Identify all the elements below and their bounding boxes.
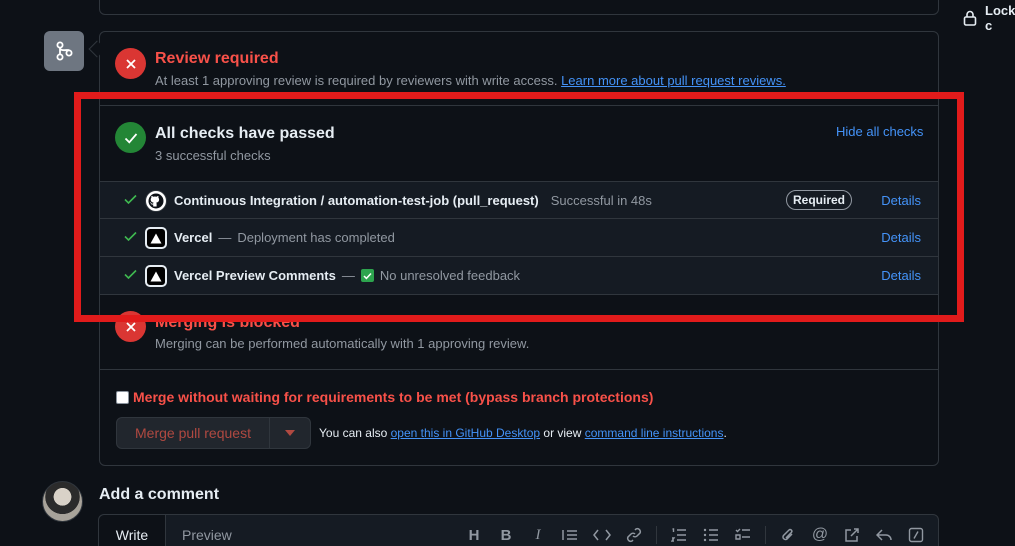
bold-icon[interactable]: B xyxy=(490,524,522,546)
section-divider xyxy=(100,369,938,370)
learn-more-reviews-link[interactable]: Learn more about pull request reviews. xyxy=(561,73,786,88)
tab-preview[interactable]: Preview xyxy=(182,527,232,543)
unordered-list-icon[interactable] xyxy=(695,524,727,546)
add-comment-heading: Add a comment xyxy=(99,486,220,503)
avatar[interactable] xyxy=(42,481,83,522)
annotation-highlight-frame xyxy=(74,92,964,322)
bypass-label: Merge without waiting for requirements t… xyxy=(133,389,654,405)
task-list-icon[interactable] xyxy=(727,524,759,546)
review-required-description: At least 1 approving review is required … xyxy=(155,73,786,88)
also-prefix: You can also xyxy=(319,426,388,440)
toolbar-divider xyxy=(765,526,766,544)
lock-icon xyxy=(963,10,977,26)
reply-icon[interactable] xyxy=(868,524,900,546)
git-merge-icon xyxy=(44,31,84,71)
bypass-option: Merge without waiting for requirements t… xyxy=(116,389,653,405)
merge-pull-request-button-group: Merge pull request xyxy=(116,417,311,449)
italic-icon[interactable]: I xyxy=(522,524,554,546)
command-line-instructions-link[interactable]: command line instructions xyxy=(585,426,724,440)
mention-icon[interactable]: @ xyxy=(804,524,836,546)
code-icon[interactable] xyxy=(586,524,618,546)
open-github-desktop-link[interactable]: open this in GitHub Desktop xyxy=(391,426,540,440)
lock-label: Lock c xyxy=(985,3,1015,33)
lock-conversation-button[interactable]: Lock c xyxy=(963,3,1015,33)
period: . xyxy=(723,426,727,440)
merging-blocked-description: Merging can be performed automatically w… xyxy=(155,336,530,351)
heading-icon[interactable]: H xyxy=(458,524,490,546)
bypass-checkbox[interactable] xyxy=(116,390,129,404)
tab-write[interactable]: Write xyxy=(99,515,166,546)
chevron-down-icon xyxy=(285,430,295,436)
review-description-text: At least 1 approving review is required … xyxy=(155,73,558,88)
link-icon[interactable] xyxy=(618,524,650,546)
merge-alternatives-text: You can also open this in GitHub Desktop… xyxy=(319,426,727,440)
comment-toolbar: H B I @ xyxy=(458,524,932,546)
quote-icon[interactable] xyxy=(554,524,586,546)
review-failed-icon xyxy=(115,48,146,79)
previous-timeline-box xyxy=(99,0,939,15)
or-view-text: or view xyxy=(543,426,582,440)
attach-icon[interactable] xyxy=(772,524,804,546)
merge-options-dropdown[interactable] xyxy=(270,430,310,436)
review-required-title: Review required xyxy=(155,50,279,67)
ordered-list-icon[interactable] xyxy=(663,524,695,546)
merge-pull-request-button[interactable]: Merge pull request xyxy=(117,418,270,448)
cross-reference-icon[interactable] xyxy=(836,524,868,546)
toolbar-divider xyxy=(656,526,657,544)
slash-command-icon[interactable] xyxy=(900,524,932,546)
